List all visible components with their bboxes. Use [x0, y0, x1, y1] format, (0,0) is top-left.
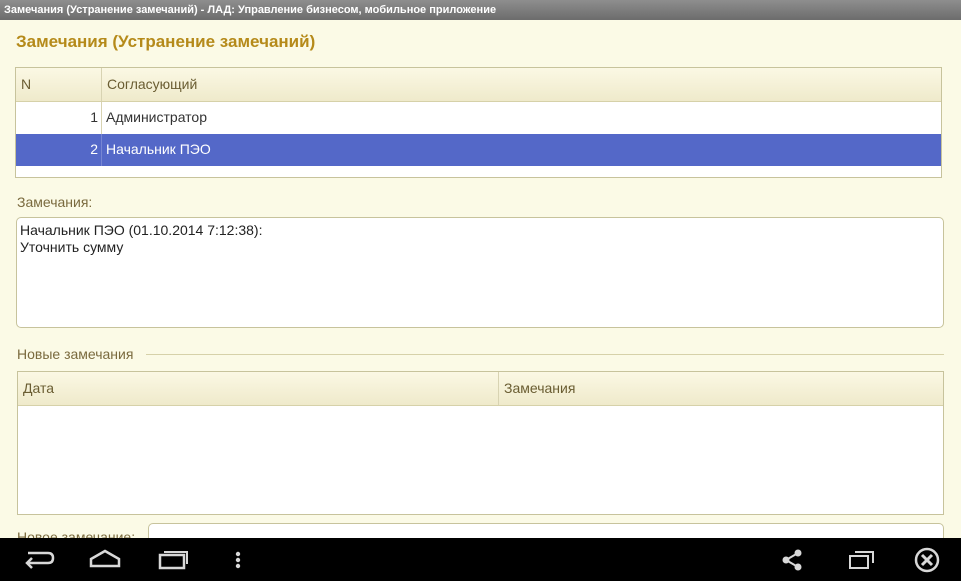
group-divider — [146, 354, 944, 355]
new-comment-input[interactable] — [148, 523, 944, 538]
approver-name: Администратор — [106, 109, 208, 125]
new-comments-table-header: Дата Замечания — [18, 372, 943, 406]
form-window: Замечания (Устранение замечаний) N Согла… — [0, 20, 961, 538]
back-icon[interactable] — [22, 546, 56, 574]
close-icon[interactable] — [912, 546, 942, 574]
column-header-n[interactable]: N — [16, 68, 102, 101]
approver-name: Начальник ПЭО — [106, 141, 211, 157]
new-comment-label: Новое замечание: — [17, 529, 136, 538]
table-row[interactable]: 1 Администратор — [16, 102, 941, 134]
window-icon[interactable] — [846, 546, 876, 574]
home-icon[interactable] — [88, 546, 122, 574]
new-comments-table[interactable]: Дата Замечания — [17, 371, 944, 515]
form-title: Замечания (Устранение замечаний) — [16, 32, 316, 51]
window-title-bar: Замечания (Устранение замечаний) - ЛАД: … — [0, 0, 961, 20]
recent-apps-icon[interactable] — [156, 546, 190, 574]
row-number: 1 — [16, 102, 102, 134]
column-header-date[interactable]: Дата — [18, 372, 499, 405]
comments-label: Замечания: — [17, 194, 93, 210]
share-icon[interactable] — [778, 546, 806, 574]
column-header-comments[interactable]: Замечания — [499, 372, 943, 405]
table-row[interactable]: 2 Начальник ПЭО — [16, 134, 941, 166]
comments-text[interactable]: Начальник ПЭО (01.10.2014 7:12:38): Уточ… — [16, 217, 944, 328]
android-navigation-bar — [0, 538, 961, 581]
window-title: Замечания (Устранение замечаний) - ЛАД: … — [4, 4, 497, 16]
approvers-table[interactable]: N Согласующий 1 Администратор 2 Начальни… — [15, 67, 942, 178]
row-number: 2 — [16, 134, 102, 166]
new-comments-group-label: Новые замечания — [17, 346, 134, 362]
column-header-approver[interactable]: Согласующий — [102, 68, 941, 101]
approvers-table-header: N Согласующий — [16, 68, 941, 102]
menu-icon[interactable] — [230, 546, 246, 574]
